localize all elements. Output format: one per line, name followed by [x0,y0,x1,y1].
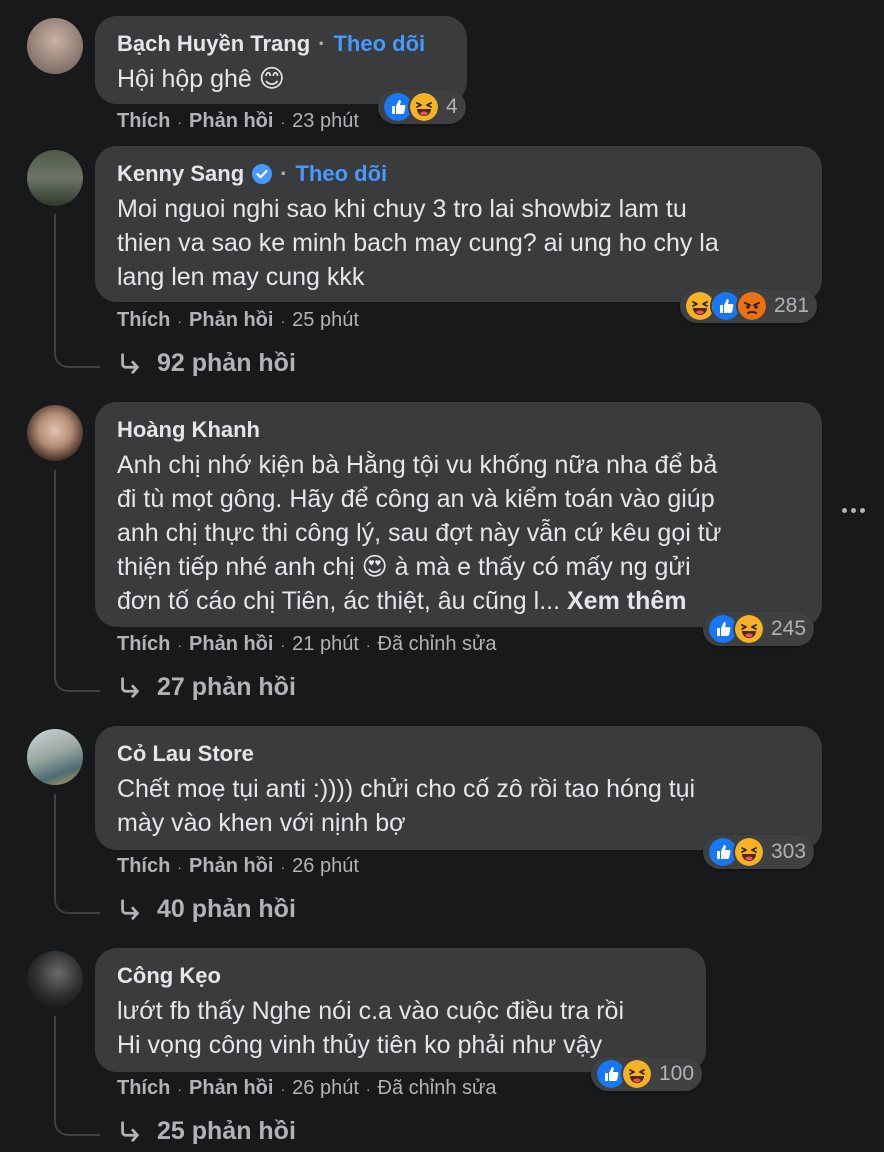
edited-label: Đã chỉnh sửa [377,1077,497,1099]
separator-dot: · [177,1080,183,1097]
reaction-summary[interactable]: 100 [591,1057,703,1091]
comment-bubble: Kenny Sang · Theo dõi Moi nguoi nghi sao… [95,146,822,302]
like-button[interactable]: Thích [117,309,170,332]
see-more-link[interactable]: Xem thêm [567,587,686,615]
replies-count: 27 phản hồi [157,673,296,701]
reply-button[interactable]: Phản hồi [189,855,273,878]
haha-icon [733,836,765,868]
verified-badge-icon [252,164,273,184]
more-horizontal-icon[interactable] [842,508,865,513]
separator-dot: · [280,1080,286,1097]
separator-dot: · [177,113,183,130]
comment-bubble: Công Kẹo lướt fb thấy Nghe nói c.a vào c… [95,948,706,1072]
dot [842,508,847,513]
separator-dot: · [280,636,286,653]
thread-line [54,1016,100,1136]
thread-line [54,214,100,368]
reply-button[interactable]: Phản hồi [189,633,273,656]
comment-time[interactable]: 23 phút [292,110,359,133]
replies-count: 25 phản hồi [157,1117,296,1145]
separator-dot: · [177,312,183,329]
separator-dot: · [280,113,286,130]
comment-text: Anh chị nhớ kiện bà Hằng tội vu khống nữ… [117,448,800,618]
comment-time[interactable]: 25 phút [292,309,359,332]
reply-arrow-icon [117,897,143,923]
separator-dot: · [177,636,183,653]
reply-button[interactable]: Phản hồi [189,110,273,133]
separator-dot: · [365,1080,371,1097]
replies-count: 40 phản hồi [157,895,296,923]
reply-button[interactable]: Phản hồi [189,309,273,332]
thread-line [54,470,100,692]
reaction-summary[interactable]: 4 [378,90,466,124]
reaction-count: 303 [771,840,807,863]
comment-bubble: Cỏ Lau Store Chết moẹ tụi anti :)))) chử… [95,726,822,850]
follow-button[interactable]: Theo dõi [295,160,387,188]
reply-button[interactable]: Phản hồi [189,1077,273,1100]
dot [860,508,865,513]
comment-time[interactable]: 21 phút [292,633,359,656]
edited-label: Đã chỉnh sửa [377,633,497,655]
avatar[interactable] [27,18,83,74]
dot [851,508,856,513]
author-name[interactable]: Công Kẹo [117,962,221,990]
reply-arrow-icon [117,675,143,701]
author-name[interactable]: Bạch Huyền Trang [117,30,310,58]
angry-icon [736,290,768,322]
view-replies-button[interactable]: 92 phản hồi [117,349,296,378]
view-replies-button[interactable]: 27 phản hồi [117,673,296,702]
reaction-summary[interactable]: 303 [703,835,815,869]
like-button[interactable]: Thích [117,633,170,656]
separator-dot: · [365,636,371,653]
author-name[interactable]: Kenny Sang [117,160,244,188]
avatar[interactable] [27,951,83,1007]
haha-icon [733,613,765,645]
thread-line [54,794,100,914]
comment-bubble: Hoàng Khanh Anh chị nhớ kiện bà Hằng tội… [95,402,822,627]
comment-time[interactable]: 26 phút [292,855,359,878]
separator-dot: · [177,858,183,875]
reaction-count: 281 [774,294,810,317]
reaction-summary[interactable]: 245 [703,612,815,646]
like-button[interactable]: Thích [117,110,170,133]
separator-dot: · [280,161,288,186]
comment-time[interactable]: 26 phút [292,1077,359,1100]
like-button[interactable]: Thích [117,1077,170,1100]
author-name[interactable]: Cỏ Lau Store [117,740,254,768]
view-replies-button[interactable]: 25 phản hồi [117,1117,296,1146]
reply-arrow-icon [117,1119,143,1145]
view-replies-button[interactable]: 40 phản hồi [117,895,296,924]
author-name[interactable]: Hoàng Khanh [117,416,260,444]
reaction-count: 100 [659,1062,695,1085]
comment-text: lướt fb thấy Nghe nói c.a vào cuộc điều … [117,997,625,1059]
follow-button[interactable]: Theo dõi [333,30,425,58]
separator-dot: · [318,31,326,56]
reaction-summary[interactable]: 281 [680,289,818,323]
haha-icon [408,91,440,123]
replies-count: 92 phản hồi [157,349,296,377]
avatar[interactable] [27,150,83,206]
avatar[interactable] [27,729,83,785]
comment-text: Chết moẹ tụi anti :)))) chửi cho cố zô r… [117,775,696,837]
separator-dot: · [280,312,286,329]
reply-arrow-icon [117,351,143,377]
comment-text: Moi nguoi nghi sao khi chuy 3 tro lai sh… [117,195,719,291]
reaction-count: 4 [446,95,458,118]
avatar[interactable] [27,405,83,461]
haha-icon [621,1058,653,1090]
separator-dot: · [280,858,286,875]
like-button[interactable]: Thích [117,855,170,878]
reaction-count: 245 [771,617,807,640]
